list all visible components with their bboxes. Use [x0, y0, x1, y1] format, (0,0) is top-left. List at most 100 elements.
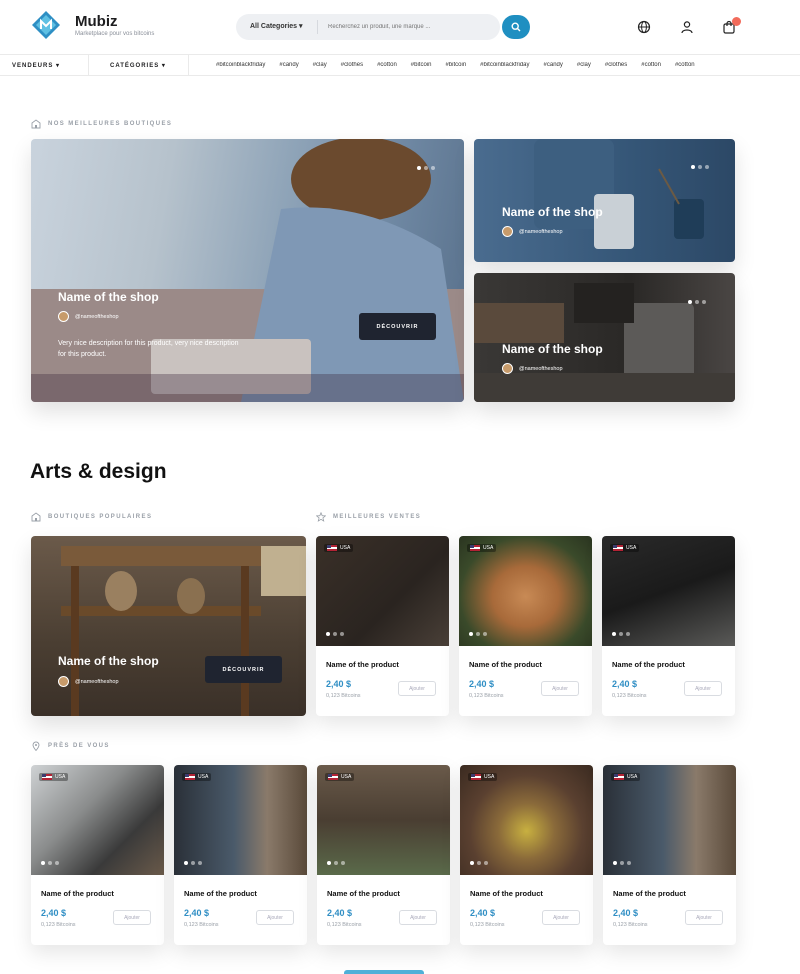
tag-link[interactable]: #cotton [641, 62, 661, 68]
dot[interactable] [417, 166, 421, 170]
product-card[interactable]: USA Name of the product 2,40 $ 0,123 Bit… [316, 536, 449, 716]
dot[interactable] [620, 861, 624, 865]
product-btc-price: 0,123 Bitcoins [469, 693, 504, 699]
load-more-button[interactable] [344, 970, 424, 974]
side-shop-card-2[interactable]: Name of the shop @nameoftheshop [474, 273, 735, 402]
dot[interactable] [695, 300, 699, 304]
product-name[interactable]: Name of the product [469, 660, 542, 669]
dot[interactable] [698, 165, 702, 169]
dot[interactable] [619, 632, 623, 636]
dot[interactable] [476, 632, 480, 636]
popular-shop-card[interactable]: Name of the shop @nameoftheshop DÉCOUVRI… [31, 536, 306, 716]
add-to-cart-button[interactable]: Ajouter [541, 681, 579, 696]
dot[interactable] [470, 861, 474, 865]
product-name[interactable]: Name of the product [613, 889, 686, 898]
dot[interactable] [198, 861, 202, 865]
dot[interactable] [184, 861, 188, 865]
featured-shop-card[interactable]: Name of the shop @nameoftheshop Very nic… [31, 139, 464, 402]
tag-link[interactable]: #clay [577, 62, 591, 68]
divider [188, 55, 189, 75]
dot[interactable] [483, 632, 487, 636]
dot[interactable] [334, 861, 338, 865]
tag-link[interactable]: #bitcoin [445, 62, 466, 68]
dot[interactable] [626, 632, 630, 636]
user-icon[interactable] [680, 20, 694, 34]
tag-link[interactable]: #bitcoinblackfriday [480, 62, 529, 68]
side-shop-card-1[interactable]: Name of the shop @nameoftheshop [474, 139, 735, 262]
vendeurs-dropdown[interactable]: VENDEURS ▾ [12, 62, 60, 69]
header: Mubiz Marketplace pour vos bitcoins All … [0, 0, 800, 54]
dot[interactable] [484, 861, 488, 865]
shop-handle[interactable]: @nameoftheshop [502, 363, 563, 374]
globe-icon[interactable] [637, 20, 651, 34]
dot[interactable] [627, 861, 631, 865]
dot[interactable] [55, 861, 59, 865]
dot[interactable] [340, 632, 344, 636]
dot[interactable] [424, 166, 428, 170]
shop-handle[interactable]: @nameoftheshop [58, 311, 119, 322]
dot[interactable] [688, 300, 692, 304]
dot[interactable] [469, 632, 473, 636]
search-icon [511, 22, 521, 32]
add-to-cart-button[interactable]: Ajouter [399, 910, 437, 925]
tag-link[interactable]: #bitcoinblackfriday [216, 62, 265, 68]
tag-link[interactable]: #clay [313, 62, 327, 68]
dot[interactable] [48, 861, 52, 865]
shop-handle[interactable]: @nameoftheshop [58, 676, 119, 687]
add-to-cart-button[interactable]: Ajouter [398, 681, 436, 696]
category-select[interactable]: All Categories ▾ [236, 20, 318, 34]
dot[interactable] [191, 861, 195, 865]
product-card[interactable]: USA Name of the product 2,40 $ 0,123 Bit… [459, 536, 592, 716]
product-name[interactable]: Name of the product [326, 660, 399, 669]
search-input[interactable] [318, 24, 488, 30]
discover-button[interactable]: DÉCOUVRIR [359, 313, 436, 340]
brand[interactable]: Mubiz Marketplace pour vos bitcoins [75, 13, 154, 37]
dot[interactable] [341, 861, 345, 865]
search-button[interactable] [502, 15, 530, 39]
add-to-cart-button[interactable]: Ajouter [256, 910, 294, 925]
tag-link[interactable]: #cotton [377, 62, 397, 68]
avatar [58, 311, 69, 322]
product-card[interactable]: USA Name of the product 2,40 $ 0,123 Bit… [31, 765, 164, 945]
product-card[interactable]: USA Name of the product 2,40 $ 0,123 Bit… [317, 765, 450, 945]
product-name[interactable]: Name of the product [327, 889, 400, 898]
dot[interactable] [41, 861, 45, 865]
dot[interactable] [477, 861, 481, 865]
discover-button[interactable]: DÉCOUVRIR [205, 656, 282, 683]
product-name[interactable]: Name of the product [184, 889, 257, 898]
product-name[interactable]: Name of the product [612, 660, 685, 669]
product-name[interactable]: Name of the product [41, 889, 114, 898]
add-to-cart-button[interactable]: Ajouter [113, 910, 151, 925]
dot[interactable] [612, 632, 616, 636]
tag-link[interactable]: #candy [279, 62, 298, 68]
logo-icon[interactable] [32, 11, 60, 39]
add-to-cart-button[interactable]: Ajouter [685, 910, 723, 925]
carousel-dots [184, 861, 202, 865]
brand-tagline: Marketplace pour vos bitcoins [75, 31, 155, 37]
product-card[interactable]: USA Name of the product 2,40 $ 0,123 Bit… [460, 765, 593, 945]
tag-link[interactable]: #cotton [675, 62, 695, 68]
add-to-cart-button[interactable]: Ajouter [542, 910, 580, 925]
categories-dropdown[interactable]: CATÉGORIES ▾ [110, 62, 166, 69]
shop-handle[interactable]: @nameoftheshop [502, 226, 563, 237]
dot[interactable] [326, 632, 330, 636]
product-name[interactable]: Name of the product [470, 889, 543, 898]
near-you-label: PRÈS DE VOUS [31, 741, 110, 751]
tag-link[interactable]: #clothes [605, 62, 627, 68]
dot[interactable] [613, 861, 617, 865]
dot[interactable] [702, 300, 706, 304]
tag-link[interactable]: #bitcoin [411, 62, 432, 68]
dot[interactable] [431, 166, 435, 170]
product-card[interactable]: USA Name of the product 2,40 $ 0,123 Bit… [174, 765, 307, 945]
tag-link[interactable]: #clothes [341, 62, 363, 68]
dot[interactable] [705, 165, 709, 169]
brand-name: Mubiz [75, 13, 118, 30]
add-to-cart-button[interactable]: Ajouter [684, 681, 722, 696]
dot[interactable] [333, 632, 337, 636]
dot[interactable] [691, 165, 695, 169]
product-card[interactable]: USA Name of the product 2,40 $ 0,123 Bit… [603, 765, 736, 945]
shop-title: Name of the shop [58, 290, 159, 304]
product-card[interactable]: USA Name of the product 2,40 $ 0,123 Bit… [602, 536, 735, 716]
tag-link[interactable]: #candy [544, 62, 563, 68]
dot[interactable] [327, 861, 331, 865]
